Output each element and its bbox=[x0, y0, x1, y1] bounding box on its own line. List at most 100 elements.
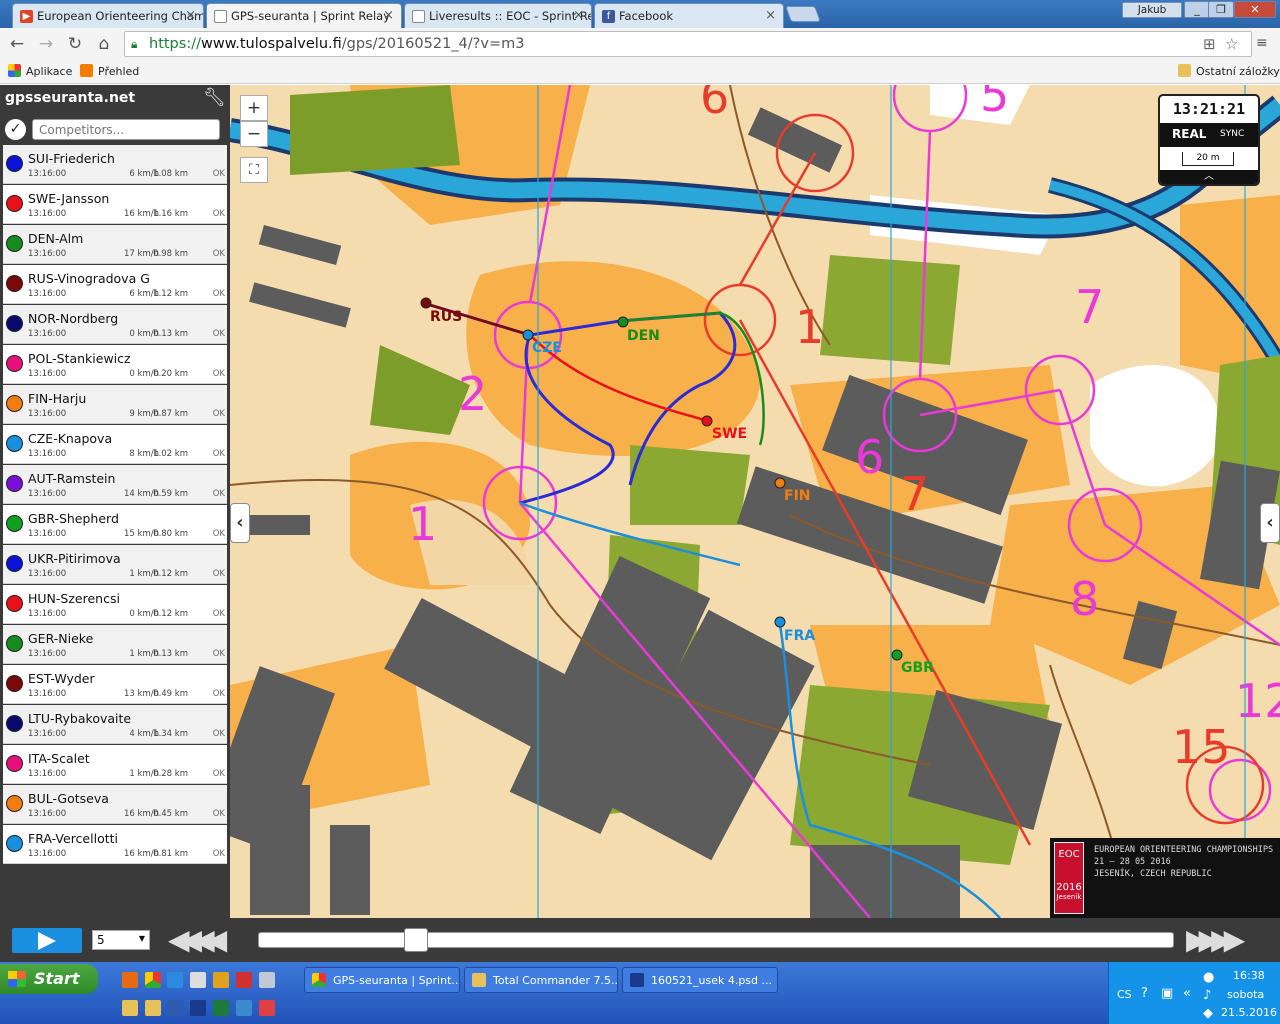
app-icon[interactable] bbox=[236, 972, 252, 988]
competitor-row[interactable]: FRA-Vercellotti 13:16:00 16 km/h 0.81 km OK bbox=[3, 825, 227, 864]
competitor-color-icon[interactable] bbox=[6, 235, 23, 252]
competitor-row[interactable]: SWE-Jansson 13:16:00 16 km/h 1.16 km OK bbox=[3, 185, 227, 224]
app-icon[interactable] bbox=[213, 972, 229, 988]
fullscreen-icon[interactable]: ⛶ bbox=[240, 157, 268, 183]
chrome-icon[interactable] bbox=[145, 972, 161, 988]
minimize-button[interactable]: _ bbox=[1184, 1, 1210, 18]
competitor-row[interactable]: BUL-Gotseva 13:16:00 16 km/h 0.45 km OK bbox=[3, 785, 227, 824]
competitor-color-icon[interactable] bbox=[6, 395, 23, 412]
star-icon[interactable]: ☆ bbox=[1225, 35, 1238, 53]
reload-icon[interactable]: ↻ bbox=[65, 34, 85, 54]
competitor-row[interactable]: DEN-Alm 13:16:00 17 km/h 0.98 km OK bbox=[3, 225, 227, 264]
excel-icon[interactable] bbox=[213, 1000, 229, 1016]
app-icon[interactable]: ◆ bbox=[1203, 1006, 1213, 1021]
clock-time[interactable]: 16:38 bbox=[1233, 969, 1265, 982]
competitor-color-icon[interactable] bbox=[6, 715, 23, 732]
zoom-in-button[interactable]: + bbox=[240, 95, 268, 121]
bookmark-other[interactable]: Ostatní záložky bbox=[1178, 64, 1280, 78]
competitor-row[interactable]: CZE-Knapova 13:16:00 8 km/h 1.02 km OK bbox=[3, 425, 227, 464]
tab-liveresults[interactable]: Liveresults :: EOC - Sprint Re × bbox=[404, 3, 592, 28]
competitor-color-icon[interactable] bbox=[6, 435, 23, 452]
new-tab-button[interactable] bbox=[785, 6, 821, 22]
app-icon[interactable] bbox=[236, 1000, 252, 1016]
word-icon[interactable] bbox=[167, 1000, 183, 1016]
close-icon[interactable]: × bbox=[383, 8, 394, 23]
competitor-row[interactable]: LTU-Rybakovaite 13:16:00 4 km/h 1.34 km OK bbox=[3, 705, 227, 744]
competitor-color-icon[interactable] bbox=[6, 355, 23, 372]
clock-day[interactable]: sobota bbox=[1227, 988, 1264, 1001]
back-arrow-icon[interactable]: ← bbox=[7, 34, 27, 54]
collapse-left-arrow-icon[interactable]: ‹ bbox=[230, 503, 250, 543]
bookmark-overview[interactable]: Přehled bbox=[80, 64, 139, 78]
tab-facebook[interactable]: f Facebook × bbox=[594, 3, 784, 28]
speed-select[interactable]: 5 ▼ bbox=[92, 930, 150, 950]
start-button[interactable]: Start bbox=[0, 964, 98, 994]
folder-icon[interactable] bbox=[145, 1000, 161, 1016]
task-photoshop[interactable]: 160521_usek 4.psd ... bbox=[622, 967, 778, 993]
timeline-track[interactable] bbox=[258, 932, 1174, 948]
network-icon[interactable]: ▣ bbox=[1161, 986, 1173, 1001]
ie-icon[interactable] bbox=[167, 972, 183, 988]
competitor-row[interactable]: GBR-Shepherd 13:16:00 15 km/h 0.80 km OK bbox=[3, 505, 227, 544]
wrench-icon[interactable]: 🔧︎ bbox=[203, 87, 226, 108]
competitor-color-icon[interactable] bbox=[6, 755, 23, 772]
check-all-icon[interactable]: ✓ bbox=[5, 119, 26, 140]
competitor-color-icon[interactable] bbox=[6, 795, 23, 812]
firefox-icon[interactable] bbox=[122, 972, 138, 988]
collapse-chevron-icon[interactable]: ︿ bbox=[1160, 170, 1258, 184]
sync-label[interactable]: SYNC bbox=[1220, 129, 1244, 139]
collapse-right-arrow-icon[interactable]: ‹ bbox=[1260, 503, 1280, 543]
competitor-row[interactable]: EST-Wyder 13:16:00 13 km/h 0.49 km OK bbox=[3, 665, 227, 704]
mode-bar[interactable]: REAL SYNC bbox=[1160, 123, 1258, 147]
competitor-color-icon[interactable] bbox=[6, 595, 23, 612]
language-indicator[interactable]: CS bbox=[1117, 988, 1132, 1001]
fast-forward-icon[interactable]: ▶▶▶▶ bbox=[1186, 924, 1245, 956]
folder-icon[interactable] bbox=[122, 1000, 138, 1016]
competitor-color-icon[interactable] bbox=[6, 635, 23, 652]
close-icon[interactable]: × bbox=[185, 8, 196, 23]
competitor-row[interactable]: NOR-Nordberg 13:16:00 0 km/h 0.13 km OK bbox=[3, 305, 227, 344]
photoshop-icon[interactable] bbox=[190, 1000, 206, 1016]
timeline-thumb[interactable] bbox=[404, 928, 428, 952]
home-icon[interactable]: ⌂ bbox=[94, 34, 114, 54]
profile-button[interactable]: Jakub bbox=[1122, 2, 1182, 18]
window-close-button[interactable]: ✕ bbox=[1234, 1, 1276, 18]
competitor-color-icon[interactable] bbox=[6, 275, 23, 292]
competitor-color-icon[interactable] bbox=[6, 155, 23, 172]
competitor-row[interactable]: AUT-Ramstein 13:16:00 14 km/h 0.59 km OK bbox=[3, 465, 227, 504]
tab-eoc[interactable]: ▶ European Orienteering Cham × bbox=[12, 3, 204, 28]
app-icon[interactable] bbox=[259, 972, 275, 988]
competitor-color-icon[interactable] bbox=[6, 195, 23, 212]
zoom-out-button[interactable]: − bbox=[240, 121, 268, 147]
rewind-icon[interactable]: ◀◀◀◀ bbox=[168, 924, 227, 956]
address-bar[interactable]: 🔒︎ https://www.tulospalvelu.fi/gps/20160… bbox=[124, 31, 1252, 57]
translate-icon[interactable]: ⊞ bbox=[1203, 35, 1216, 53]
competitor-row[interactable]: UKR-Pitirimova 13:16:00 1 km/h 0.12 km OK bbox=[3, 545, 227, 584]
task-total-commander[interactable]: Total Commander 7.5... bbox=[464, 967, 618, 993]
clock-date[interactable]: 21.5.2016 bbox=[1221, 1006, 1277, 1019]
competitor-row[interactable]: SUI-Friederich 13:16:00 6 km/h 1.08 km OK bbox=[3, 145, 227, 184]
competitor-color-icon[interactable] bbox=[6, 675, 23, 692]
competitor-row[interactable]: GER-Nieke 13:16:00 1 km/h 0.13 km OK bbox=[3, 625, 227, 664]
competitor-color-icon[interactable] bbox=[6, 315, 23, 332]
bookmark-apps[interactable]: Aplikace bbox=[8, 64, 72, 78]
menu-icon[interactable]: ≡ bbox=[1256, 35, 1268, 51]
close-icon[interactable]: × bbox=[573, 8, 584, 23]
task-chrome[interactable]: GPS-seuranta | Sprint... bbox=[304, 967, 460, 993]
help-icon[interactable]: ? bbox=[1141, 986, 1148, 1001]
competitor-row[interactable]: HUN-Szerencsi 13:16:00 0 km/h 0.12 km OK bbox=[3, 585, 227, 624]
restore-button[interactable]: ❐ bbox=[1208, 1, 1234, 18]
tray-expand-icon[interactable]: « bbox=[1183, 986, 1191, 1001]
tab-gps-seuranta[interactable]: GPS-seuranta | Sprint Relay × bbox=[206, 3, 402, 29]
forward-arrow-icon[interactable]: → bbox=[36, 34, 56, 54]
app-icon[interactable] bbox=[190, 972, 206, 988]
competitor-color-icon[interactable] bbox=[6, 835, 23, 852]
volume-icon[interactable]: ♪ bbox=[1203, 988, 1211, 1003]
competitor-row[interactable]: RUS-Vinogradova G 13:16:00 6 km/h 1.12 km OK bbox=[3, 265, 227, 304]
app-icon[interactable] bbox=[259, 1000, 275, 1016]
competitor-color-icon[interactable] bbox=[6, 515, 23, 532]
close-icon[interactable]: × bbox=[765, 8, 776, 23]
competitor-search-input[interactable] bbox=[32, 119, 220, 140]
competitor-color-icon[interactable] bbox=[6, 475, 23, 492]
competitor-row[interactable]: ITA-Scalet 13:16:00 1 km/h 0.28 km OK bbox=[3, 745, 227, 784]
